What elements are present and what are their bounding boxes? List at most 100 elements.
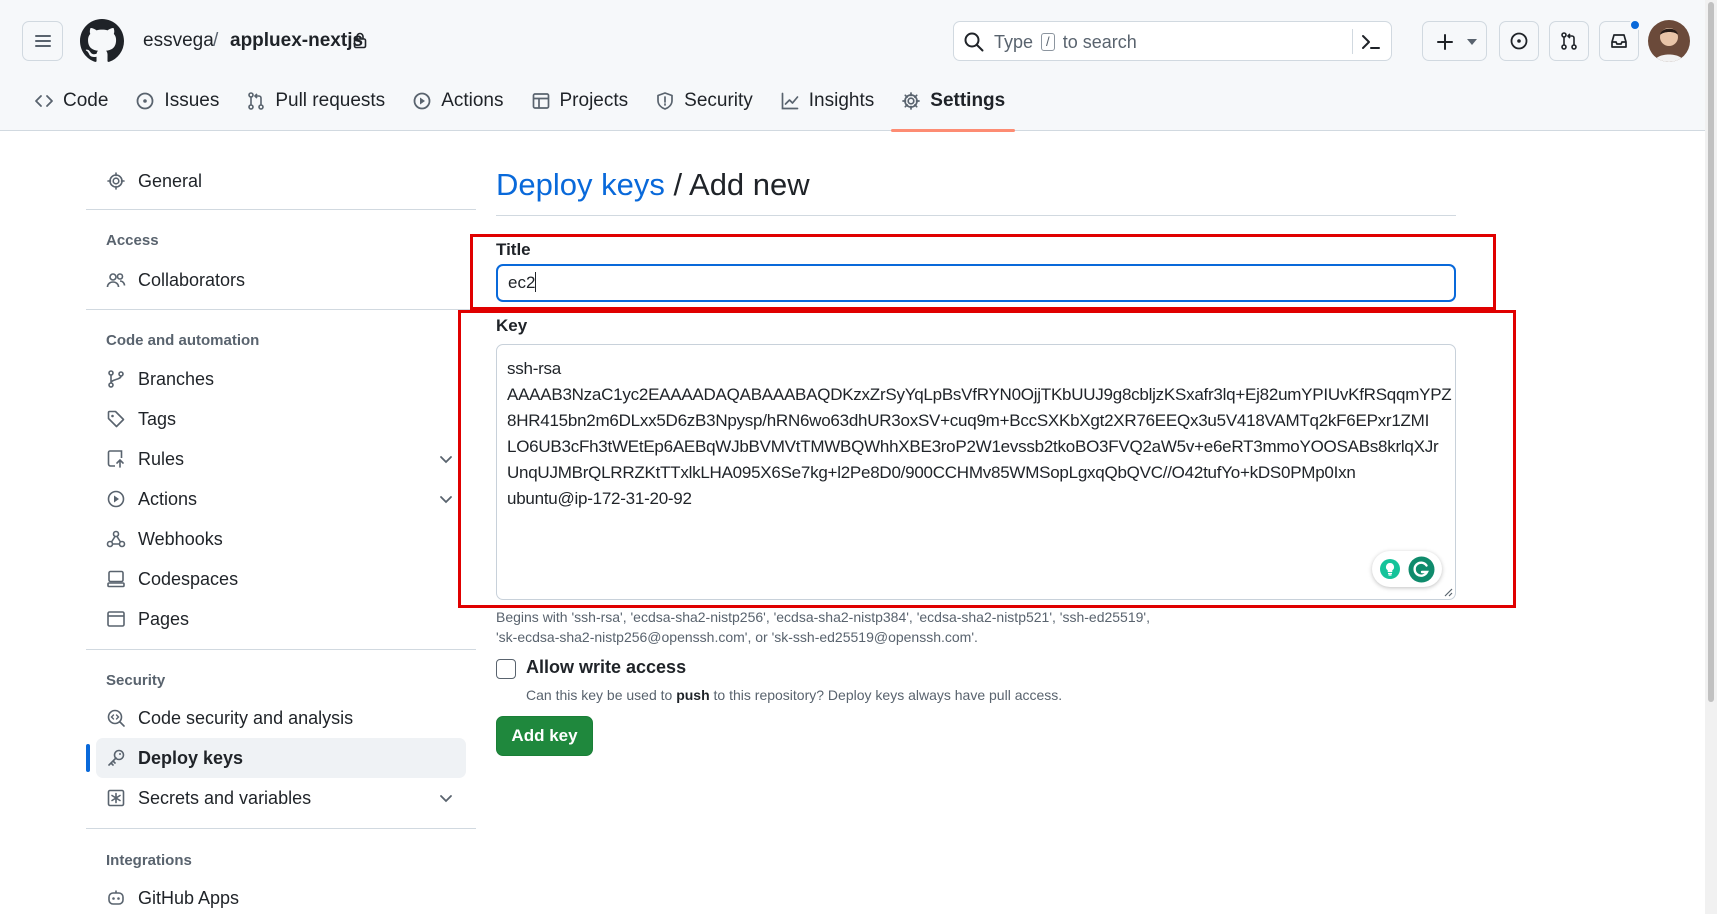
note-emphasis: push (676, 687, 710, 703)
tab-code[interactable]: Code (22, 83, 120, 119)
tab-label: Settings (930, 90, 1006, 111)
tab-label: Code (63, 90, 109, 111)
sidebar-item-actions[interactable]: Actions (96, 479, 466, 519)
menu-button[interactable] (22, 21, 63, 61)
sidebar-item-pages[interactable]: Pages (96, 599, 466, 639)
user-avatar[interactable] (1648, 20, 1690, 62)
sidebar-item-label: Code security and analysis (138, 707, 354, 728)
tab-label: Security (684, 90, 753, 111)
tag-icon (107, 410, 125, 428)
sidebar-item-branches[interactable]: Branches (96, 359, 466, 399)
create-new-button[interactable] (1422, 21, 1487, 61)
sidebar-divider (86, 649, 476, 650)
hamburger-icon (34, 35, 51, 47)
code-icon (35, 95, 53, 107)
play-icon (413, 92, 431, 110)
sidebar-item-label: Pages (138, 608, 190, 629)
pull-requests-button[interactable] (1549, 21, 1589, 61)
webhook-icon (106, 530, 126, 548)
sidebar-item-deploy-keys[interactable]: Deploy keys (96, 738, 466, 778)
plus-icon (1437, 34, 1453, 50)
asterisk-box-icon (107, 789, 125, 807)
title-separator: / (673, 167, 683, 202)
github-logo-icon[interactable] (80, 19, 124, 63)
gear-icon (902, 92, 921, 110)
sidebar-heading-security: Security (106, 672, 166, 689)
inbox-icon (1611, 34, 1627, 48)
shield-icon (657, 92, 673, 110)
search-icon (964, 32, 984, 52)
search-divider (1352, 29, 1353, 54)
sidebar-item-code-security[interactable]: Code security and analysis (96, 698, 466, 738)
search-placeholder-pre: Type (994, 32, 1034, 52)
tab-label: Pull requests (275, 90, 386, 111)
note-text: Can this key be used to (526, 687, 673, 703)
allow-write-label[interactable]: Allow write access (526, 657, 686, 678)
issue-icon (137, 92, 154, 110)
sidebar-heading-access: Access (106, 232, 159, 249)
sidebar-item-rules[interactable]: Rules (96, 439, 466, 479)
search-input[interactable]: Type / to search (953, 21, 1392, 61)
repo-name-link[interactable]: appluex-nextjs (230, 29, 363, 53)
lock-icon (353, 32, 367, 49)
tab-label: Projects (559, 90, 629, 111)
search-placeholder: Type / to search (994, 31, 1137, 53)
breadcrumb-separator: / (213, 30, 219, 51)
deploy-keys-link[interactable]: Deploy keys (496, 167, 665, 202)
allow-write-checkbox[interactable] (496, 659, 516, 679)
sidebar-divider (86, 309, 476, 310)
tab-insights[interactable]: Insights (768, 83, 886, 119)
git-pull-request-icon (1561, 32, 1577, 50)
browser-icon (107, 611, 125, 627)
tab-security[interactable]: Security (643, 83, 765, 119)
repo-owner-link[interactable]: essvega (143, 29, 214, 53)
search-shortcut-key: / (1041, 33, 1055, 51)
repo-header: essvega / appluex-nextjs Type / to searc… (0, 0, 1717, 132)
sidebar-item-tags[interactable]: Tags (96, 399, 466, 439)
repo-tabs: Code Issues Pull requests Actions Projec… (22, 83, 1020, 132)
sidebar-item-label: Codespaces (138, 568, 239, 589)
add-key-button[interactable]: Add key (496, 716, 593, 756)
tab-settings[interactable]: Settings (889, 83, 1017, 132)
chevron-down-icon (440, 496, 452, 504)
title-current: Add new (689, 167, 810, 202)
issues-button[interactable] (1499, 21, 1539, 61)
sidebar-item-label: Collaborators (138, 269, 246, 290)
page-scrollbar[interactable] (1705, 0, 1717, 914)
tab-issues[interactable]: Issues (123, 83, 231, 119)
graph-icon (781, 92, 799, 110)
annotation-box-key (458, 310, 1516, 608)
sidebar-item-label: Deploy keys (138, 747, 244, 768)
codespaces-icon (107, 570, 125, 588)
sidebar-item-secrets-variables[interactable]: Secrets and variables (96, 778, 466, 818)
hint-line: Begins with 'ssh-rsa', 'ecdsa-sha2-nistp… (496, 609, 1150, 625)
people-icon (106, 273, 126, 288)
gear-icon (107, 172, 125, 190)
title-divider (496, 215, 1456, 216)
key-icon (108, 749, 125, 766)
pull-request-icon (248, 92, 265, 110)
tab-label: Actions (441, 90, 504, 111)
sidebar-item-collaborators[interactable]: Collaborators (96, 260, 466, 300)
sidebar-item-label: Webhooks (138, 528, 223, 549)
triangle-down-icon (1467, 39, 1477, 45)
sidebar-item-github-apps[interactable]: GitHub Apps (96, 878, 466, 914)
table-icon (532, 93, 549, 109)
repo-push-icon (107, 450, 124, 468)
sidebar-item-general[interactable]: General (96, 161, 466, 201)
scrollbar-thumb[interactable] (1708, 2, 1714, 702)
tab-actions[interactable]: Actions (400, 83, 515, 119)
sidebar-item-label: Tags (138, 408, 177, 429)
chevron-down-icon (440, 795, 452, 803)
command-palette-icon[interactable] (1359, 30, 1383, 54)
allow-write-note: Can this key be used to push to this rep… (526, 687, 1062, 703)
annotation-box-title (470, 234, 1496, 310)
sidebar-item-label: GitHub Apps (138, 887, 240, 908)
sidebar-item-webhooks[interactable]: Webhooks (96, 519, 466, 559)
tab-pull-requests[interactable]: Pull requests (234, 83, 397, 119)
sidebar-item-codespaces[interactable]: Codespaces (96, 559, 466, 599)
git-branch-icon (108, 370, 124, 388)
chevron-down-icon (440, 456, 452, 464)
hint-line: 'sk-ecdsa-sha2-nistp256@openssh.com', or… (496, 629, 978, 645)
tab-projects[interactable]: Projects (519, 83, 641, 119)
